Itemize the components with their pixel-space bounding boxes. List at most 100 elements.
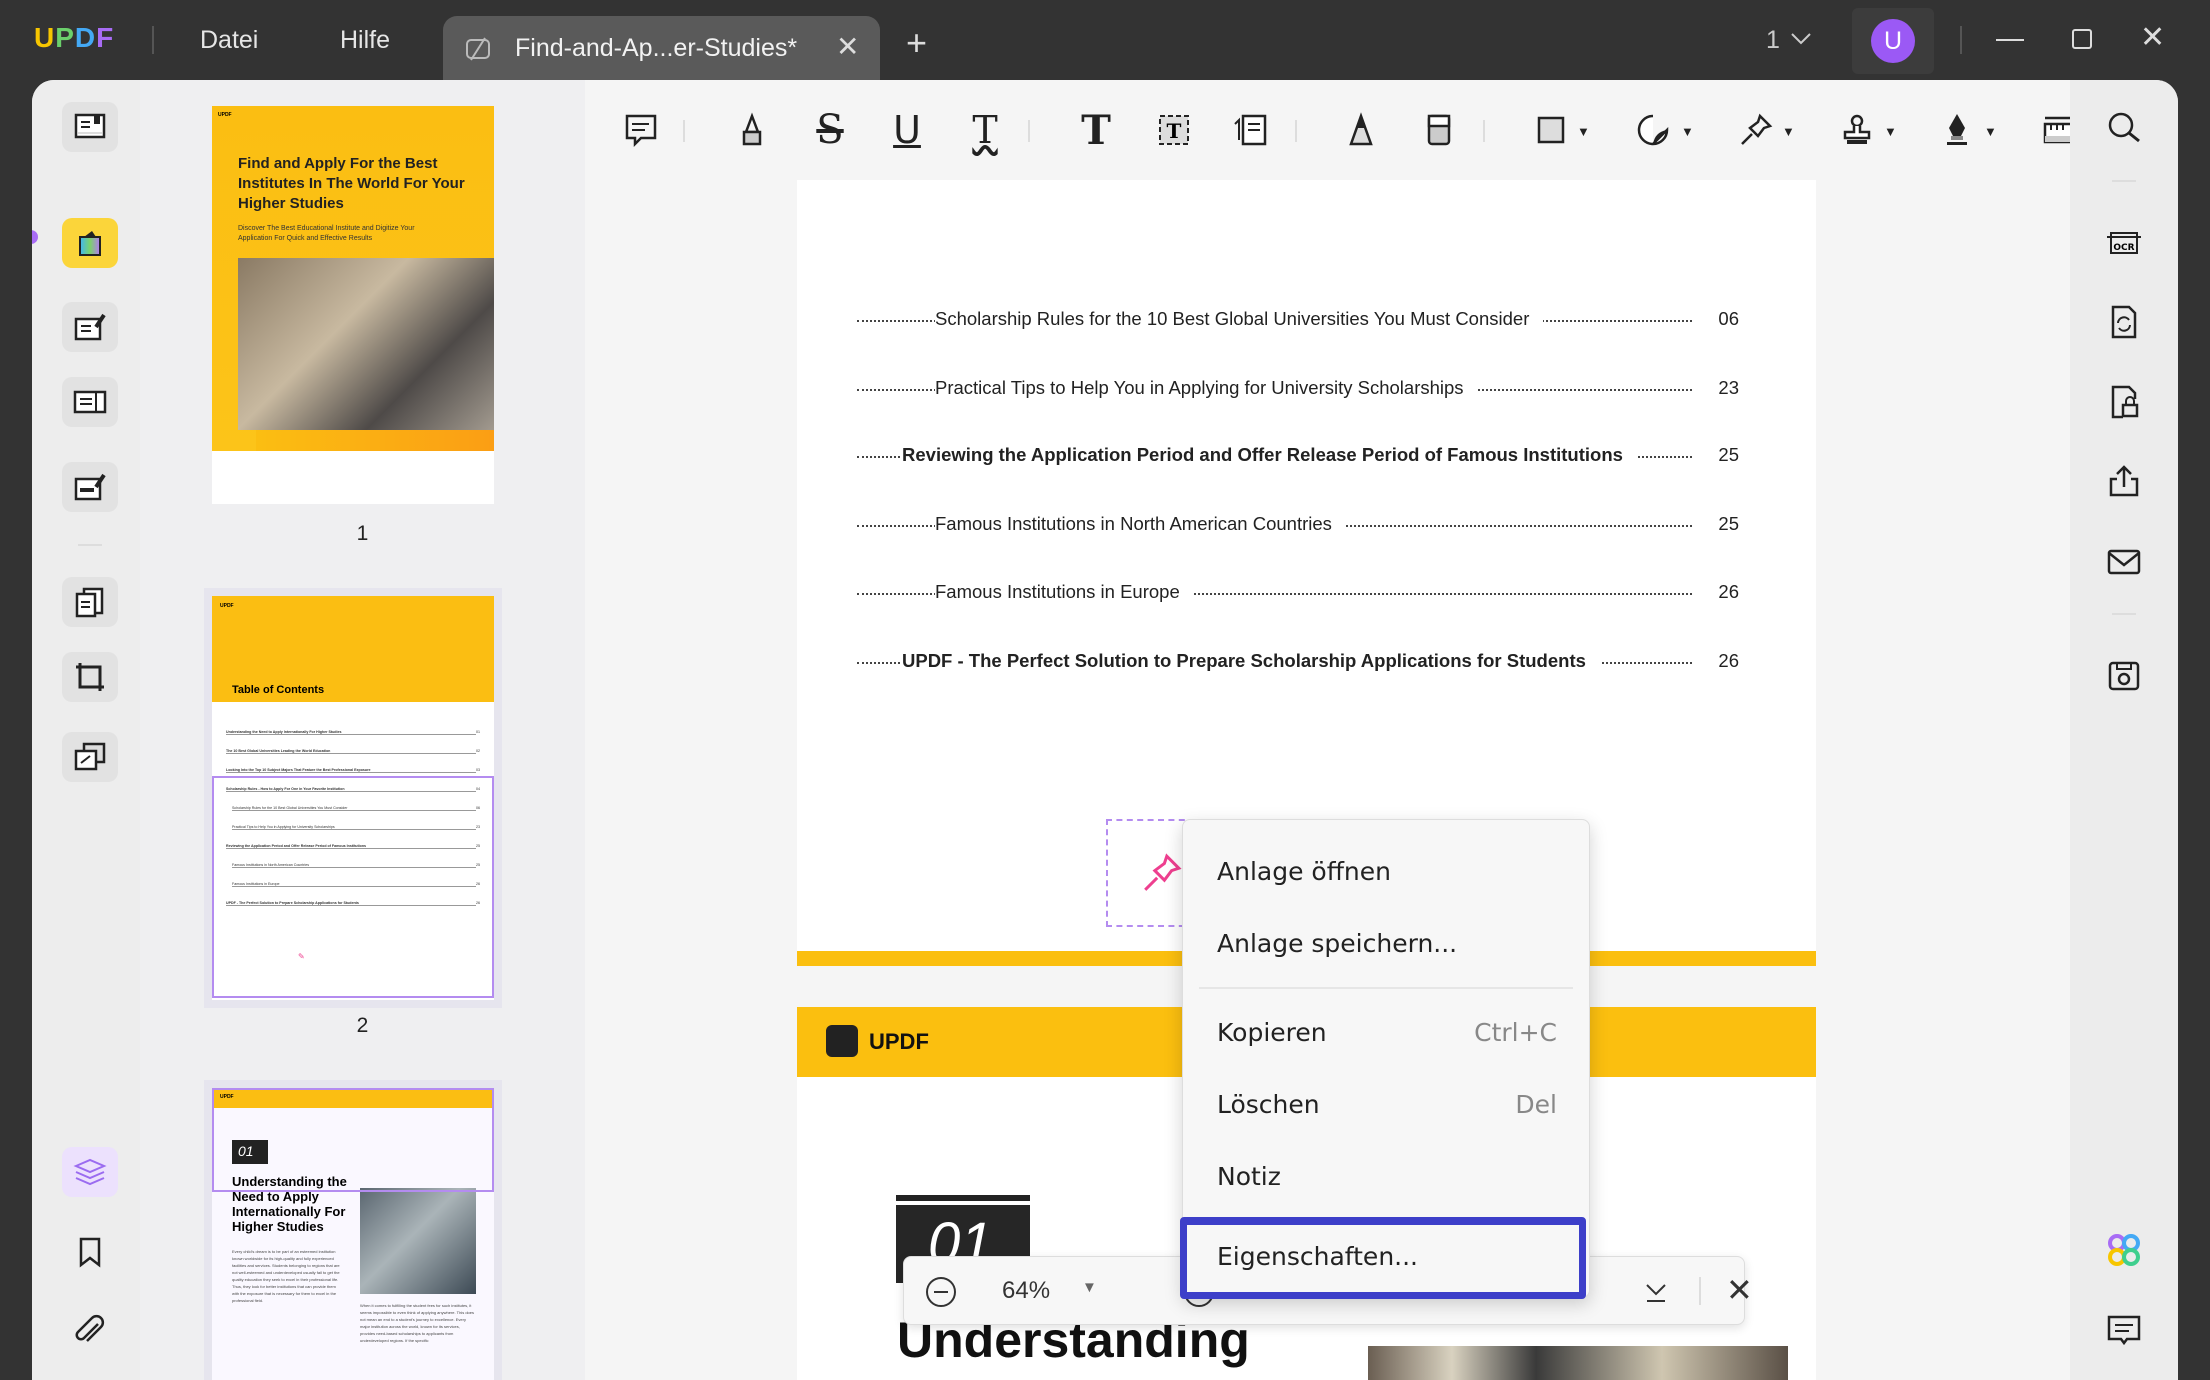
left-tool-sidebar <box>32 80 140 1380</box>
search-button[interactable] <box>2102 106 2146 150</box>
underline-tool[interactable]: U <box>885 108 929 152</box>
toc-entry-title: Practical Tips to Help You in Applying f… <box>935 377 1478 399</box>
ai-assistant-button[interactable] <box>2102 1228 2146 1272</box>
thumbnail-page-1[interactable]: UPDF Find and Apply For the Best Institu… <box>212 106 494 504</box>
crop-icon <box>76 663 104 691</box>
cover-photo <box>238 258 494 430</box>
menu-datei[interactable]: Datei <box>200 26 258 55</box>
highlight-tool[interactable] <box>730 108 774 152</box>
zoom-dropdown-caret-icon[interactable]: ▼ <box>1082 1279 1097 1296</box>
minimize-button[interactable] <box>1996 39 2024 41</box>
cover-subtitle: Discover The Best Educational Institute … <box>238 225 415 242</box>
menu-divider <box>1199 987 1573 989</box>
account-button[interactable]: U <box>1852 8 1934 74</box>
text-callout-icon <box>1234 114 1267 146</box>
highlighter-icon <box>742 112 762 146</box>
comments-button[interactable] <box>2102 1308 2146 1352</box>
edit-pdf-button[interactable] <box>62 302 118 352</box>
toc-row[interactable]: Famous Institutions in North American Co… <box>797 513 1816 543</box>
new-tab-plus-icon[interactable]: + <box>906 22 927 64</box>
page-label: 1 <box>356 522 369 545</box>
menu-hilfe[interactable]: Hilfe <box>340 26 390 55</box>
close-window-button[interactable]: ✕ <box>2140 20 2165 55</box>
document-tab[interactable]: Find-and-Ap...er-Studies* ✕ <box>443 16 880 82</box>
stamp-dropdown-caret-icon[interactable]: ▼ <box>1884 124 1897 139</box>
textbox-tool[interactable]: T <box>1152 108 1196 152</box>
comment-mode-button[interactable] <box>62 218 118 268</box>
crop-button[interactable] <box>62 652 118 702</box>
zoom-value[interactable]: 64% <box>1002 1277 1050 1305</box>
updf-logo-icon <box>826 1025 858 1057</box>
page-label: 2 <box>356 1014 369 1037</box>
squiggly-tool[interactable]: T <box>963 108 1007 152</box>
right-tool-sidebar: OCR <box>2070 80 2178 1380</box>
page-indicator[interactable]: 1 <box>1766 26 1780 55</box>
toc-row[interactable]: Practical Tips to Help You in Applying f… <box>797 377 1816 407</box>
divider <box>1960 26 1962 54</box>
sign-button[interactable] <box>62 462 118 512</box>
sticker-dropdown-caret-icon[interactable]: ▼ <box>1681 124 1694 139</box>
attachment-pin-tool[interactable] <box>1734 108 1778 152</box>
layers-button[interactable] <box>62 1147 118 1197</box>
menu-item-open-attachment[interactable]: Anlage öffnen <box>1183 842 1589 902</box>
pencil-tool[interactable] <box>1339 108 1383 152</box>
organize-pages-button[interactable] <box>62 577 118 627</box>
signature-tool[interactable] <box>1935 108 1979 152</box>
brand-name: UPDF <box>869 1029 929 1054</box>
save-button[interactable] <box>2102 654 2146 698</box>
maximize-button[interactable] <box>2072 29 2092 49</box>
pushpin-icon <box>1741 113 1773 145</box>
share-button[interactable] <box>2102 460 2146 504</box>
shape-dropdown-caret-icon[interactable]: ▼ <box>1577 124 1590 139</box>
form-button[interactable] <box>62 377 118 427</box>
chevron-down-icon[interactable] <box>1790 32 1812 46</box>
convert-button[interactable] <box>2102 300 2146 344</box>
rectangle-icon <box>1537 116 1565 144</box>
updf-logo[interactable]: UPDF <box>34 22 114 54</box>
ocr-button[interactable]: OCR <box>2102 220 2146 264</box>
email-button[interactable] <box>2102 540 2146 584</box>
search-icon <box>2108 112 2140 143</box>
note-tool[interactable] <box>619 108 663 152</box>
next-page-icon[interactable] <box>1642 1277 1670 1305</box>
shape-tool[interactable] <box>1529 108 1573 152</box>
toc-row[interactable]: Scholarship Rules for the 10 Best Global… <box>797 308 1816 338</box>
tab-close-icon[interactable]: ✕ <box>836 30 859 63</box>
zoom-out-icon[interactable] <box>924 1275 958 1309</box>
sticky-note-icon <box>625 114 657 148</box>
toc-row[interactable]: Reviewing the Application Period and Off… <box>797 444 1816 474</box>
toc-row[interactable]: Famous Institutions in Europe 26 <box>797 581 1816 611</box>
text-tool[interactable]: T <box>1074 107 1118 154</box>
toc-row: Understanding the Need to Apply Internat… <box>212 730 494 738</box>
toc-row: The 10 Best Global Universities Leading … <box>212 749 494 757</box>
menu-item-delete[interactable]: Löschen Del <box>1183 1075 1589 1135</box>
signature-dropdown-caret-icon[interactable]: ▼ <box>1984 124 1997 139</box>
reader-mode-button[interactable] <box>62 102 118 152</box>
sticker-tool[interactable] <box>1631 108 1675 152</box>
batch-button[interactable] <box>62 732 118 782</box>
pin-dropdown-caret-icon[interactable]: ▼ <box>1782 124 1795 139</box>
callout-tool[interactable] <box>1229 108 1273 152</box>
sticker-icon <box>1637 114 1669 146</box>
menu-item-save-attachment[interactable]: Anlage speichern... <box>1183 914 1589 974</box>
protect-button[interactable] <box>2102 380 2146 424</box>
bookmark-icon <box>79 1237 101 1268</box>
title-bar: UPDF Datei Hilfe Find-and-Ap...er-Studie… <box>0 0 2210 82</box>
thumbnail-page-3[interactable]: UPDF 01 Understanding the Need to Apply … <box>212 1088 494 1380</box>
strikethrough-tool[interactable]: S <box>808 107 852 153</box>
thumbnail-page-2[interactable]: UPDF Table of Contents Understanding the… <box>212 596 494 1000</box>
bookmark-button[interactable] <box>62 1227 118 1277</box>
menu-item-note[interactable]: Notiz <box>1183 1147 1589 1207</box>
ocr-icon: OCR <box>2107 232 2141 254</box>
edit-mode-icon <box>466 37 490 61</box>
close-zoom-bar-icon[interactable]: ✕ <box>1726 1271 1753 1309</box>
eraser-tool[interactable] <box>1417 108 1461 152</box>
stamp-tool[interactable] <box>1835 108 1879 152</box>
attachment-button[interactable] <box>62 1307 118 1357</box>
toc-entry-title: Scholarship Rules for the 10 Best Global… <box>935 308 1544 330</box>
layers-icon <box>73 1158 107 1186</box>
toc-row[interactable]: UPDF - The Perfect Solution to Prepare S… <box>797 650 1816 680</box>
viewport-indicator <box>212 776 494 998</box>
menu-item-properties[interactable]: Eigenschaften... <box>1180 1217 1586 1299</box>
menu-item-copy[interactable]: Kopieren Ctrl+C <box>1183 1003 1589 1063</box>
